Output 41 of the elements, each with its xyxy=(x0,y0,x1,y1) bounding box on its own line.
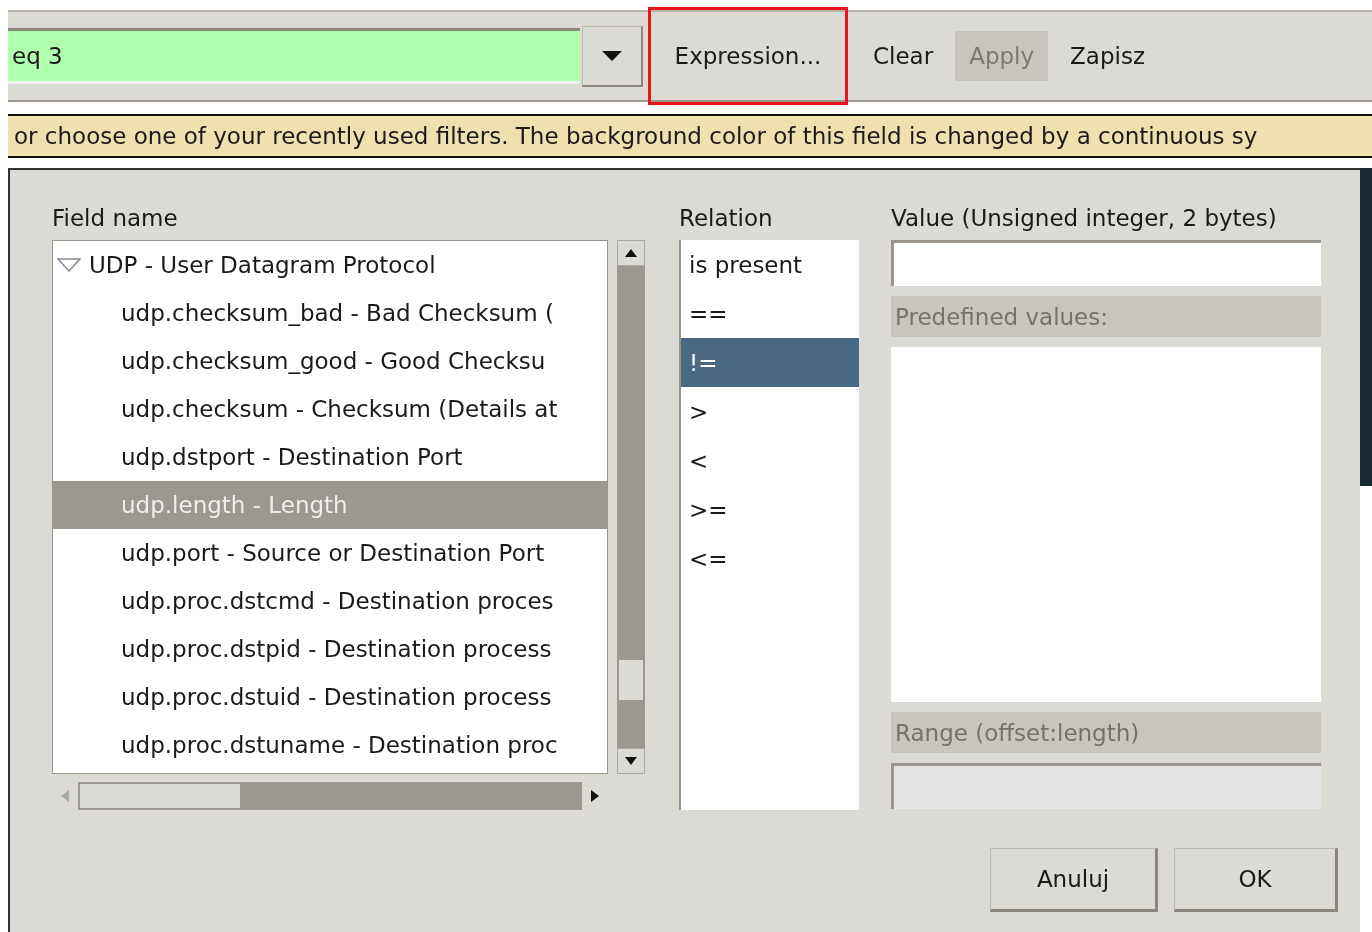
toolbar-button[interactable]: Clear xyxy=(859,31,948,81)
left-arrow-icon[interactable] xyxy=(61,790,69,802)
right-arrow-icon[interactable] xyxy=(591,790,599,802)
value-label: Value (Unsigned integer, 2 bytes) xyxy=(891,204,1278,233)
down-arrow-icon[interactable] xyxy=(625,757,637,765)
value-field[interactable] xyxy=(891,240,1321,286)
relation-item[interactable]: is present xyxy=(681,240,859,289)
relation-item[interactable]: == xyxy=(681,289,859,338)
field-name-label: Field name xyxy=(52,204,179,233)
dropdown-button[interactable] xyxy=(582,25,643,87)
tree-item[interactable]: udp.dstport - Destination Port xyxy=(53,433,607,481)
ok-button[interactable]: OK xyxy=(1174,848,1338,912)
tree-item[interactable]: udp.port - Source or Destination Port xyxy=(53,529,607,577)
relation-item[interactable]: > xyxy=(681,387,859,436)
up-arrow-icon[interactable] xyxy=(625,249,637,257)
tree-item[interactable]: UDP - User Datagram Protocol xyxy=(53,241,607,289)
caret-icon xyxy=(602,50,622,61)
relation-item[interactable]: <= xyxy=(681,534,859,583)
relation-label: Relation xyxy=(679,204,774,233)
scrollbar-thumb[interactable] xyxy=(80,784,240,808)
scrollbar-thumb[interactable] xyxy=(619,660,643,700)
relation-item[interactable]: >= xyxy=(681,485,859,534)
predefined-values-label: Predefined values: xyxy=(891,296,1321,337)
cancel-button[interactable]: Anuluj xyxy=(990,848,1158,912)
expander-icon[interactable] xyxy=(57,258,81,272)
filter-field[interactable]: eq 3 xyxy=(8,28,580,84)
vertical-scrollbar[interactable] xyxy=(617,240,645,774)
tree-item[interactable]: udp.checksum_good - Good Checksu xyxy=(53,337,607,385)
tooltip: or choose one of your recently used filters. The background color of this field is changed by a continuous sy xyxy=(8,114,1372,158)
tree-item[interactable]: udp.checksum - Checksum (Details at xyxy=(53,385,607,433)
toolbar-button[interactable]: Expression... xyxy=(651,10,845,102)
relation-item[interactable]: != xyxy=(681,338,859,387)
tree-item[interactable]: udp.checksum_bad - Bad Checksum ( xyxy=(53,289,607,337)
range-field[interactable] xyxy=(891,763,1321,809)
toolbar-button[interactable]: Zapisz xyxy=(1056,31,1159,81)
tree-item[interactable]: udp.proc.dstuname - Destination proc xyxy=(53,721,607,769)
range-label: Range (offset:length) xyxy=(891,712,1321,753)
relation-item[interactable]: < xyxy=(681,436,859,485)
tree-item[interactable]: udp.proc.dstpid - Destination process xyxy=(53,625,607,673)
tree-item[interactable]: udp.proc.dstuid - Destination process xyxy=(53,673,607,721)
tree-item[interactable]: udp.proc.dstcmd - Destination proces xyxy=(53,577,607,625)
